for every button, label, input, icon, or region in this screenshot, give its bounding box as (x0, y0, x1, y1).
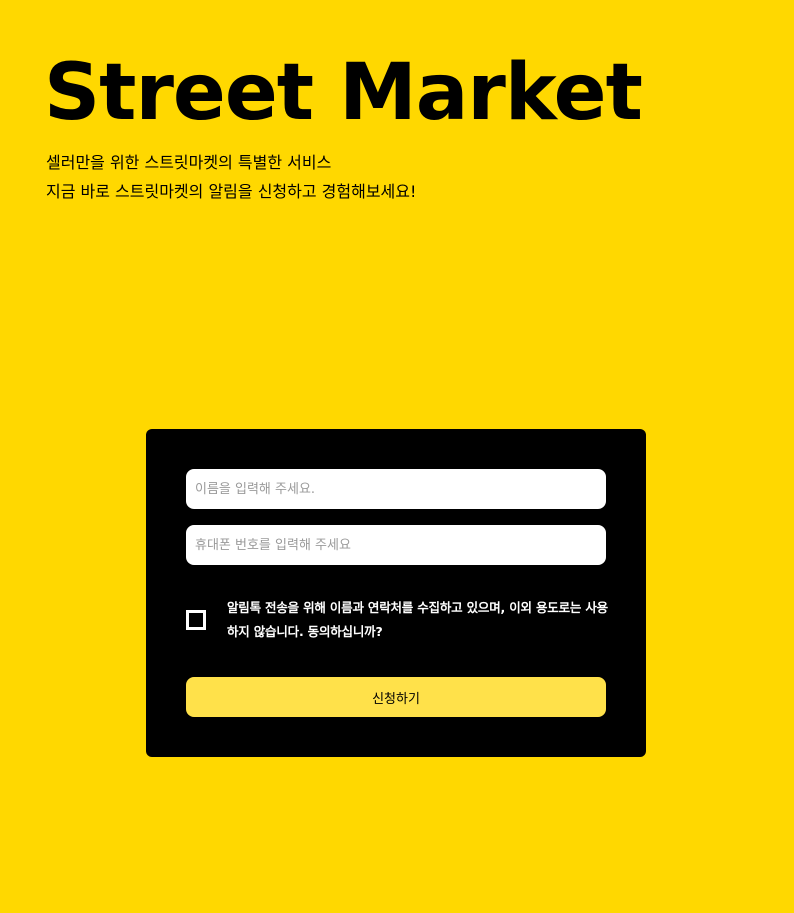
page-title: Street Market (44, 48, 643, 138)
consent-checkbox[interactable] (186, 610, 206, 630)
hero-subtitle-line-2: 지금 바로 스트릿마켓의 알림을 신청하고 경험해보세요! (46, 182, 417, 201)
hero-subtitle-line-1: 셀러만을 위한 스트릿마켓의 특별한 서비스 (46, 153, 332, 172)
signup-form-card: 알림톡 전송을 위해 이름과 연락처를 수집하고 있으며, 이외 용도로는 사용… (146, 429, 646, 757)
hero-subtitle: 셀러만을 위한 스트릿마켓의 특별한 서비스 지금 바로 스트릿마켓의 알림을 … (46, 148, 416, 206)
submit-button[interactable]: 신청하기 (186, 677, 606, 717)
name-input[interactable] (186, 469, 606, 509)
phone-input[interactable] (186, 525, 606, 565)
consent-label: 알림톡 전송을 위해 이름과 연락처를 수집하고 있으며, 이외 용도로는 사용… (227, 600, 608, 639)
